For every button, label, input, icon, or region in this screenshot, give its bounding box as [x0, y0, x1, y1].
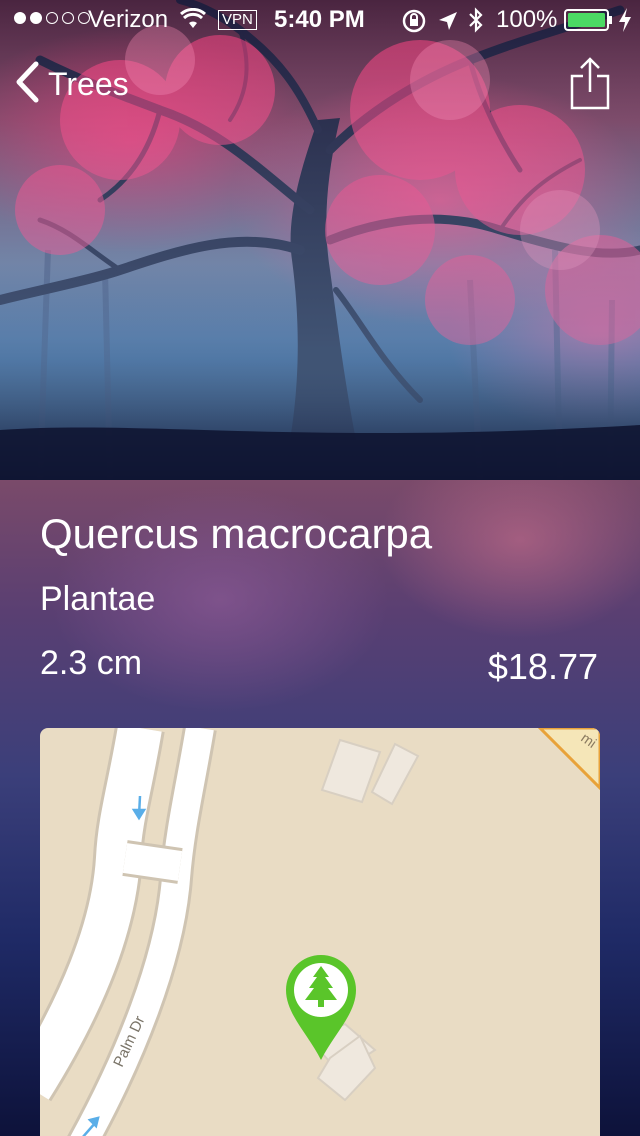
share-icon — [570, 57, 610, 114]
signal-strength — [14, 12, 90, 24]
back-button-label: Trees — [48, 65, 129, 102]
species-name: Quercus macrocarpa — [40, 510, 433, 557]
chevron-left-icon — [14, 61, 40, 108]
status-bar: Verizon VPN 5:40 PM 100% — [0, 0, 640, 40]
charging-bolt-icon — [618, 8, 632, 39]
kingdom-label: Plantae — [40, 580, 156, 618]
location-arrow-icon — [438, 10, 458, 38]
bluetooth-icon — [468, 7, 484, 40]
carrier-label: Verizon — [88, 6, 169, 33]
wifi-icon — [180, 7, 206, 37]
back-button[interactable]: Trees — [14, 61, 129, 108]
location-map[interactable]: mi Palm Dr — [40, 728, 600, 1136]
vpn-badge: VPN — [218, 10, 257, 30]
share-button[interactable] — [570, 56, 610, 115]
size-label: 2.3 cm — [40, 644, 143, 682]
orientation-lock-icon — [402, 9, 426, 40]
price-label: $18.77 — [487, 646, 598, 687]
battery-icon — [564, 9, 614, 38]
clock: 5:40 PM — [274, 6, 365, 33]
detail-panel: Quercus macrocarpa Plantae 2.3 cm $18.77… — [0, 480, 640, 1136]
navigation-bar: Trees — [0, 40, 640, 128]
battery-percent: 100% — [496, 6, 558, 33]
